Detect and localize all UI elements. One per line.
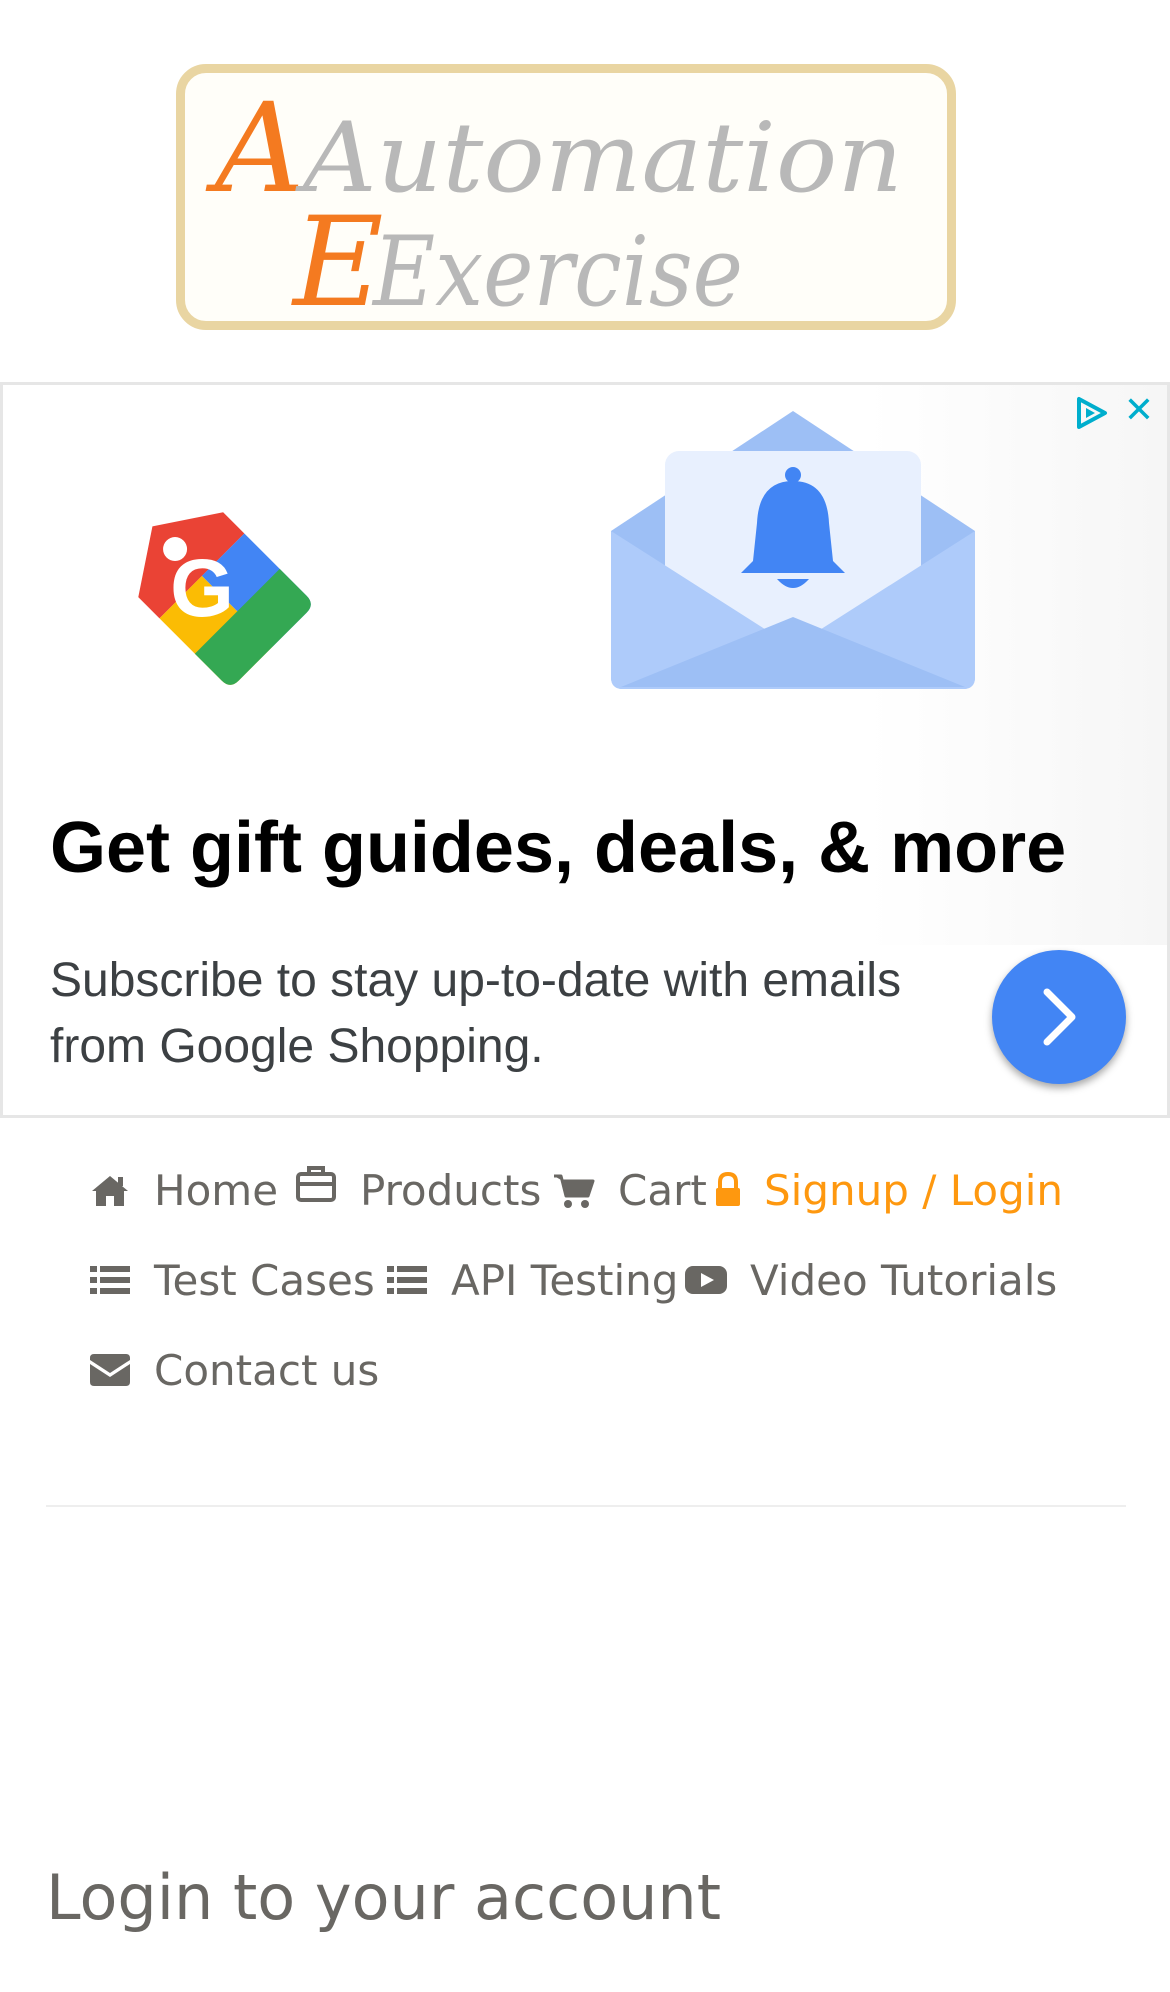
site-logo[interactable]: A Automation E Exercise	[176, 64, 956, 330]
nav-api-testing[interactable]: API Testing	[385, 1250, 678, 1310]
envelope-icon	[88, 1348, 132, 1392]
cart-icon	[552, 1168, 596, 1212]
youtube-play-icon	[684, 1258, 728, 1302]
email-bell-icon	[611, 411, 975, 689]
logo-initial-a: A	[205, 77, 305, 221]
google-shopping-tag-icon: G	[138, 512, 311, 685]
svg-text:G: G	[170, 543, 234, 634]
ad-body[interactable]: Subscribe to stay up-to-date with emails…	[50, 948, 950, 1080]
ad-cta-button[interactable]	[992, 950, 1126, 1084]
nav-home[interactable]: Home	[88, 1160, 278, 1220]
home-icon	[88, 1168, 132, 1212]
briefcase-icon	[294, 1162, 338, 1206]
nav-products[interactable]: Products	[294, 1154, 542, 1215]
nav-home-label: Home	[154, 1165, 279, 1215]
nav-video-tutorials-label: Video Tutorials	[750, 1255, 1058, 1305]
nav-video-tutorials[interactable]: Video Tutorials	[684, 1250, 1057, 1310]
nav-contact-us[interactable]: Contact us	[88, 1340, 379, 1400]
logo-wordmark: A Automation E Exercise	[205, 77, 903, 321]
logo-line2: Exercise	[371, 216, 743, 321]
nav-api-testing-label: API Testing	[451, 1255, 679, 1305]
adchoices-icon[interactable]	[1071, 393, 1113, 433]
nav-signup-login-label: Signup / Login	[764, 1165, 1064, 1215]
nav-products-label: Products	[360, 1165, 542, 1215]
list-icon	[88, 1258, 132, 1302]
list-icon	[385, 1258, 429, 1302]
nav-test-cases-label: Test Cases	[154, 1255, 375, 1305]
logo-initial-e: E	[291, 191, 384, 321]
nav-test-cases[interactable]: Test Cases	[88, 1250, 375, 1310]
nav-contact-us-label: Contact us	[154, 1345, 380, 1395]
chevron-right-icon	[1043, 988, 1076, 1046]
nav-cart-label: Cart	[618, 1165, 707, 1215]
ad-banner[interactable]: ✕ G Get gift guides, deals, & more Subsc…	[0, 382, 1170, 1118]
nav-cart[interactable]: Cart	[552, 1160, 707, 1220]
login-form-title: Login to your account	[46, 1861, 722, 1934]
logo-line1: Automation	[294, 102, 903, 214]
header-divider	[46, 1505, 1126, 1507]
close-icon[interactable]: ✕	[1117, 389, 1161, 433]
nav-signup-login[interactable]: Signup / Login	[714, 1160, 1063, 1220]
ad-headline[interactable]: Get gift guides, deals, & more	[50, 805, 1110, 891]
lock-icon	[714, 1168, 742, 1212]
